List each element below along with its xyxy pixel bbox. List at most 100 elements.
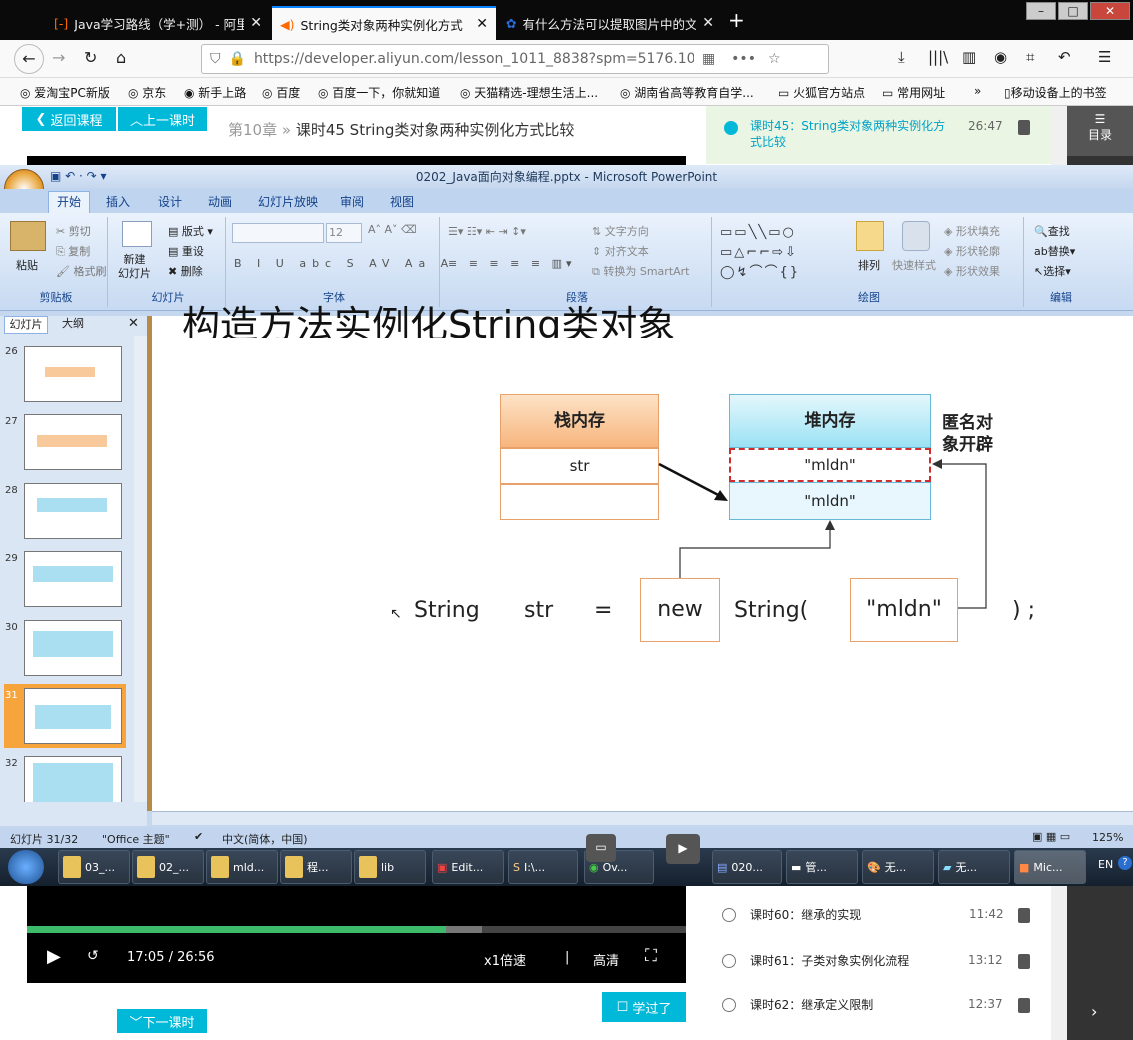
slide-thumbnail[interactable] — [24, 414, 122, 470]
menu-icon[interactable]: ☰ — [1098, 48, 1111, 66]
tab-animation[interactable]: 动画 — [208, 193, 232, 210]
replace-button[interactable]: ab替换▾ — [1034, 243, 1075, 259]
font-format-icons[interactable]: B I U abc S AV Aa A — [234, 257, 454, 270]
close-icon[interactable]: ✕ — [702, 15, 714, 31]
close-icon[interactable]: ✕ — [250, 15, 262, 31]
close-icon[interactable]: ✕ — [476, 16, 488, 32]
speed-button[interactable]: x1倍速 — [484, 950, 526, 969]
close-icon[interactable]: ✕ — [128, 316, 139, 331]
minimize-icon[interactable]: – — [1026, 2, 1056, 20]
shapes-gallery[interactable]: ▭▭╲╲▭○ ▭△⌐⌐⇨⇩ ◯↯⌒⌒{} — [720, 223, 846, 283]
font-grow-icon[interactable]: A˄ A˅ ⌫ — [368, 223, 417, 236]
chevron-right-icon[interactable]: » — [974, 84, 981, 98]
lesson-item[interactable]: 课时61：子类对象实例化流程 13:12 — [706, 946, 1051, 986]
taskbar-item[interactable]: 02_... — [132, 850, 204, 884]
fullscreen-icon[interactable]: ⛶ — [645, 946, 657, 966]
lesson-item[interactable]: 课时60：继承的实现 11:42 — [706, 900, 1051, 940]
star-icon[interactable]: ☆ — [768, 51, 781, 67]
paste-button[interactable]: 粘贴 — [16, 257, 38, 273]
font-name-input[interactable] — [232, 223, 324, 243]
learned-button[interactable]: ☐ 学过了 — [602, 992, 686, 1022]
taskbar-item-active[interactable]: ■ Mic... — [1014, 850, 1086, 884]
undo-icon[interactable]: ↶ — [1058, 48, 1071, 66]
thumbnail-scrollbar[interactable] — [134, 336, 147, 802]
taskbar-item[interactable]: mld... — [206, 850, 278, 884]
bookmark-item[interactable]: ◎ 爱淘宝PC新版 — [20, 84, 110, 101]
bookmark-item[interactable]: ◎ 天猫精选-理想生活上... — [460, 84, 598, 101]
slide-thumbnail[interactable] — [24, 756, 122, 802]
spellcheck-icon[interactable]: ✔ — [194, 830, 203, 843]
browser-tab-2[interactable]: ◀) String类对象两种实例化方式 ✕ — [272, 6, 496, 40]
sidebar-icon[interactable]: ▥ — [962, 48, 976, 66]
new-slide-button[interactable]: 新建 幻灯片 — [118, 253, 151, 281]
quick-access-toolbar[interactable]: ▣ ↶ · ↷ ▾ — [50, 169, 107, 183]
forward-icon[interactable]: → — [52, 48, 65, 67]
tab-slides[interactable]: 幻灯片 — [4, 316, 48, 334]
arrange-button[interactable]: 排列 — [858, 257, 880, 273]
reset-button[interactable]: ▤ 重设 — [168, 243, 204, 259]
align-text-button[interactable]: ⇕ 对齐文本 — [592, 243, 649, 259]
quick-styles-button[interactable]: 快速样式 — [892, 257, 936, 273]
list-icons[interactable]: ☰▾ ☷▾ ⇤ ⇥ ↕▾ — [448, 225, 526, 238]
taskbar-item[interactable]: ▤ 020... — [712, 850, 782, 884]
select-button[interactable]: ↖选择▾ — [1034, 263, 1071, 279]
taskbar-item[interactable]: ▬ 管... — [786, 850, 858, 884]
tab-design[interactable]: 设计 — [158, 193, 182, 210]
copy-button[interactable]: ⎘ 复制 — [56, 243, 90, 259]
url-bar[interactable]: ⛉ 🔒 https://developer.aliyun.com/lesson_… — [201, 44, 829, 74]
more-icon[interactable]: ••• — [731, 51, 756, 67]
view-buttons[interactable]: ▣ ▦ ▭ — [1032, 830, 1070, 843]
replay-icon[interactable]: ↺ — [87, 948, 99, 964]
font-size-input[interactable]: 12 — [326, 223, 362, 243]
play-overlay-icon[interactable]: ▶ — [666, 834, 700, 864]
tab-home[interactable]: 开始 — [48, 191, 90, 213]
tab-insert[interactable]: 插入 — [106, 193, 130, 210]
bookmark-item[interactable]: ◉ 新手上路 — [184, 84, 246, 101]
taskbar-item[interactable]: ▣ Edit... — [432, 850, 504, 884]
start-button[interactable] — [8, 850, 44, 884]
slide-thumbnail[interactable] — [24, 483, 122, 539]
layout-button[interactable]: ▤ 版式 ▾ — [168, 223, 213, 239]
bookmark-folder[interactable]: ▭ 常用网址 — [882, 84, 945, 101]
tab-review[interactable]: 审阅 — [340, 193, 364, 210]
bookmark-item[interactable]: ◎ 湖南省高等教育自学... — [620, 84, 754, 101]
catalog-button[interactable]: ☰ 目录 — [1067, 106, 1133, 156]
taskbar-item[interactable]: S I:\... — [508, 850, 578, 884]
taskbar-item[interactable]: 程... — [280, 850, 352, 884]
chevron-right-icon[interactable]: › — [1091, 1002, 1097, 1021]
new-tab-icon[interactable]: + — [728, 8, 745, 32]
back-icon[interactable]: ← — [14, 44, 44, 74]
language-indicator[interactable]: EN — [1098, 858, 1113, 871]
play-icon[interactable]: ▶ — [47, 946, 61, 967]
taskbar-item[interactable]: 03_... — [58, 850, 130, 884]
prev-lesson-button[interactable]: ︿ 上一课时 — [118, 107, 207, 131]
format-painter-button[interactable]: 🖌 格式刷 — [56, 263, 106, 279]
delete-button[interactable]: ✖ 删除 — [168, 263, 203, 279]
slide-thumbnail-selected[interactable] — [24, 688, 122, 744]
help-icon[interactable]: ? — [1118, 856, 1132, 870]
taskbar-item[interactable]: ▰ 无... — [938, 850, 1010, 884]
browser-tab-3[interactable]: ✿ 有什么方法可以提取图片中的文 ✕ — [498, 6, 722, 40]
home-icon[interactable]: ⌂ — [116, 48, 126, 67]
library-icon[interactable]: |||\ — [928, 48, 948, 66]
quality-button[interactable]: 高清 — [593, 950, 619, 969]
find-button[interactable]: 🔍查找 — [1034, 223, 1070, 239]
tab-outline[interactable]: 大纲 — [50, 316, 96, 334]
screen-icon[interactable]: ▭ — [586, 834, 616, 862]
shape-effects-button[interactable]: ◈ 形状效果 — [944, 263, 1000, 279]
reload-icon[interactable]: ↻ — [84, 48, 97, 67]
align-icons[interactable]: ≡ ≡ ≡ ≡ ≡ ▥▾ — [448, 257, 575, 270]
account-icon[interactable]: ◉ — [994, 48, 1007, 66]
bookmark-folder[interactable]: ▯移动设备上的书签 — [1004, 84, 1107, 101]
text-direction-button[interactable]: ⇅ 文字方向 — [592, 223, 649, 239]
tab-slideshow[interactable]: 幻灯片放映 — [258, 193, 318, 210]
bookmark-folder[interactable]: ▭ 火狐官方站点 — [778, 84, 865, 101]
cut-button[interactable]: ✂ 剪切 — [56, 223, 91, 239]
bookmark-item[interactable]: ◎ 京东 — [128, 84, 166, 101]
lesson-item[interactable]: 课时62：继承定义限制 12:37 — [706, 992, 1051, 1032]
maximize-icon[interactable]: □ — [1058, 2, 1088, 20]
shape-outline-button[interactable]: ◈ 形状轮廓 — [944, 243, 1000, 259]
current-lesson-item[interactable]: 课时45：String类对象两种实例化方式比较 26:47 — [706, 106, 1051, 164]
smartart-button[interactable]: ⧉ 转换为 SmartArt — [592, 263, 690, 279]
tab-view[interactable]: 视图 — [390, 193, 414, 210]
